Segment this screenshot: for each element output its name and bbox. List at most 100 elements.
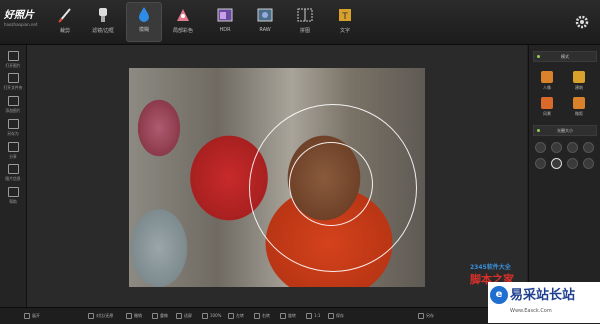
watermark-easck-title: 易采站长站 (510, 288, 576, 303)
expand-button[interactable]: 展开 (24, 311, 40, 320)
mode-label: 人像 (543, 85, 551, 90)
tool-blur[interactable]: 模糊 (126, 2, 162, 42)
tool-label: 文字 (339, 28, 350, 34)
tool-partial-color[interactable]: 局部彩色 (166, 4, 200, 40)
raw-icon (256, 6, 274, 24)
sidebar-item-add-image[interactable]: 添加图片 (2, 96, 24, 116)
ratio-icon (306, 313, 312, 319)
gear-icon[interactable] (574, 14, 590, 30)
collage-icon (296, 6, 314, 24)
sidebar-item-open-folder[interactable]: 打开文件夹 (2, 73, 24, 93)
aperture-size-header-label: 光圈大小 (557, 128, 573, 133)
rotate-right-button[interactable]: 右转 (254, 311, 270, 320)
mode-macro[interactable]: 微距 (569, 97, 589, 119)
button-label: 重做 (160, 313, 168, 318)
filter-brush-icon (94, 6, 112, 24)
left-sidebar: 打开图片 打开文件夹 添加图片 另存为 分享 图片信息 帮助 (0, 45, 27, 307)
crop-pen-icon (56, 6, 74, 24)
button-label: 保存 (336, 313, 344, 318)
mode-building[interactable]: 建筑 (569, 71, 589, 93)
status-dot (537, 129, 540, 132)
save-copy-button[interactable]: 另存 (418, 311, 434, 320)
undo-icon (126, 313, 132, 319)
aperture-size-option-selected[interactable] (551, 158, 562, 169)
aperture-size-option[interactable] (535, 158, 546, 169)
button-label: 右转 (262, 313, 270, 318)
watermark-easck: e 易采站长站 Www.Easck.Com (488, 282, 600, 323)
open-image-icon (7, 51, 19, 61)
landscape-icon (541, 97, 553, 109)
save-as-icon (7, 119, 19, 129)
fit-screen-button[interactable]: 适屏 (176, 311, 192, 320)
button-label: 适屏 (184, 313, 192, 318)
logo-title: 好照片 (4, 10, 34, 21)
sidebar-item-open-image[interactable]: 打开图片 (2, 51, 24, 71)
aperture-size-option[interactable] (567, 158, 578, 169)
macro-icon (573, 97, 585, 109)
tool-label: 模糊 (138, 27, 149, 33)
hdr-icon (216, 6, 234, 24)
tool-raw[interactable]: RAW (248, 4, 282, 40)
aperture-size-option[interactable] (583, 142, 594, 153)
undo-button[interactable]: 撤销 (126, 311, 142, 320)
actual-size-button[interactable]: 100% (202, 311, 221, 320)
status-dot (537, 55, 540, 58)
ratio-button[interactable]: 1:1 (306, 311, 320, 320)
tool-label: 裁剪 (59, 28, 70, 34)
save-button[interactable]: 保存 (328, 311, 344, 320)
aperture-size-option[interactable] (567, 142, 578, 153)
aperture-size-option[interactable] (583, 158, 594, 169)
blur-drop-icon (135, 5, 153, 23)
mode-label: 建筑 (575, 85, 583, 90)
sidebar-item-label: 图片信息 (5, 176, 21, 181)
blur-inner-ring-handle[interactable] (289, 142, 373, 226)
tool-filter-frame[interactable]: 滤镜/边框 (86, 4, 120, 40)
tool-hdr[interactable]: HDR (208, 4, 242, 40)
sidebar-item-share[interactable]: 分享 (2, 142, 24, 162)
watermark-easck-url: Www.Easck.Com (510, 308, 552, 314)
sidebar-item-image-info[interactable]: 图片信息 (2, 164, 24, 184)
mode-label: 风景 (543, 111, 551, 116)
portrait-icon (541, 71, 553, 83)
sidebar-item-save-as[interactable]: 另存为 (2, 119, 24, 139)
image-info-icon (7, 164, 19, 174)
tool-crop[interactable]: 裁剪 (48, 4, 82, 40)
logo-subtitle: haozhaopian.net (4, 22, 38, 27)
expand-icon (24, 313, 30, 319)
add-image-icon (7, 96, 19, 106)
rotate-button[interactable]: 旋转 (280, 311, 296, 320)
aperture-size-header: 光圈大小 (533, 125, 597, 136)
sidebar-item-help[interactable]: 帮助 (2, 187, 24, 207)
sidebar-item-label: 另存为 (7, 131, 19, 136)
mode-portrait[interactable]: 人像 (537, 71, 557, 93)
button-label: 1:1 (314, 313, 321, 318)
tool-text[interactable]: T 文字 (328, 4, 362, 40)
sidebar-item-label: 打开图片 (5, 63, 21, 68)
button-label: 展开 (32, 313, 40, 318)
compare-icon (88, 313, 94, 319)
actual-size-icon (202, 313, 208, 319)
compare-button[interactable]: 对比/还原 (88, 311, 113, 320)
sidebar-item-label: 帮助 (9, 199, 17, 204)
redo-button[interactable]: 重做 (152, 311, 168, 320)
tool-label: 拼图 (299, 28, 310, 34)
watermark-2345-text: 2345软件大全 (470, 264, 511, 271)
aperture-size-option[interactable] (551, 142, 562, 153)
photo-editor-window: 好照片 haozhaopian.net 裁剪 滤镜/边框 模糊 局部彩色 HDR… (0, 0, 600, 324)
button-label: 100% (210, 313, 222, 318)
button-label: 撤销 (134, 313, 142, 318)
button-label: 对比/还原 (96, 313, 114, 318)
mode-landscape[interactable]: 风景 (537, 97, 557, 119)
sidebar-item-label: 分享 (9, 154, 17, 159)
tool-collage[interactable]: 拼图 (288, 4, 322, 40)
edited-photo[interactable] (129, 68, 425, 287)
redo-icon (152, 313, 158, 319)
mode-header: 模式 (533, 51, 597, 62)
text-icon: T (336, 6, 354, 24)
tool-label: 滤镜/边框 (92, 28, 114, 34)
building-icon (573, 71, 585, 83)
aperture-size-option[interactable] (535, 142, 546, 153)
fit-screen-icon (176, 313, 182, 319)
rotate-left-button[interactable]: 左转 (228, 311, 244, 320)
save-copy-icon (418, 313, 424, 319)
